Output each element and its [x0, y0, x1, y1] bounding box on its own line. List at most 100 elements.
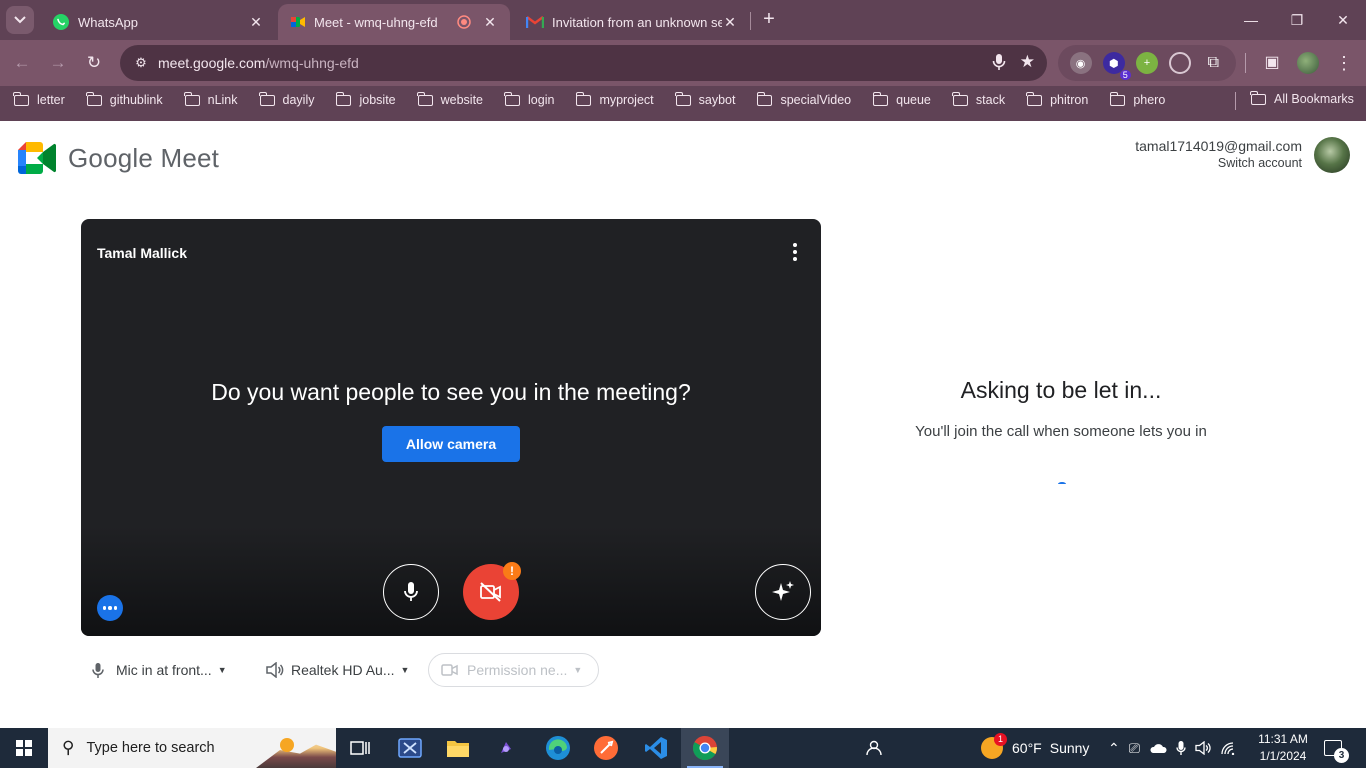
minimize-button[interactable]: — — [1228, 6, 1274, 34]
bookmark-star-icon[interactable]: ★ — [1020, 53, 1035, 71]
camera-toggle-button[interactable]: ! — [463, 562, 521, 620]
close-tab-button[interactable]: ✕ — [248, 14, 264, 31]
extensions-puzzle-icon[interactable]: ⧉ — [1202, 52, 1224, 74]
bookmark-folder[interactable]: website — [417, 91, 483, 107]
bookmark-folder[interactable]: stack — [952, 91, 1005, 107]
screenshot-extension-icon[interactable]: ◉ — [1069, 52, 1092, 74]
bookmark-folder[interactable]: letter — [13, 91, 65, 107]
close-tab-button[interactable]: ✕ — [722, 14, 738, 31]
taskbar-app-purple[interactable] — [482, 728, 530, 768]
extension-target-icon[interactable] — [1169, 52, 1192, 74]
bookmark-folder[interactable]: saybot — [675, 91, 735, 107]
browser-menu-icon[interactable]: ⋮ — [1331, 50, 1357, 76]
folder-app-icon — [447, 741, 469, 757]
tab-title: WhatsApp — [78, 14, 138, 30]
search-highlight-art — [256, 744, 336, 768]
omnibox-actions: ★ — [992, 53, 1035, 71]
preview-more-options-icon[interactable] — [791, 243, 799, 261]
switch-account-link[interactable]: Switch account — [1135, 156, 1302, 170]
camera-selector[interactable]: Permission ne... ▼ — [428, 653, 600, 687]
tray-microphone-icon[interactable] — [1176, 740, 1186, 756]
windows-taskbar: ⚲ Type here to search 1 60°F Sunny ⌃ ⎚ 1… — [0, 728, 1366, 768]
tab-whatsapp[interactable]: WhatsApp ✕ — [40, 4, 276, 40]
bookmark-folder[interactable]: dayily — [258, 91, 314, 107]
profile-avatar[interactable] — [1297, 52, 1319, 74]
reload-button[interactable]: ↻ — [81, 50, 107, 76]
folder-icon — [952, 91, 968, 106]
bookmark-folder[interactable]: login — [504, 91, 554, 107]
microphone-selector[interactable]: Mic in at front... ▼ — [92, 653, 227, 687]
volume-icon[interactable] — [1195, 741, 1211, 755]
site-info-icon[interactable]: ⚙ — [124, 55, 158, 71]
camera-prompt: Do you want people to see you in the mee… — [211, 379, 691, 405]
bookmarks-bar: letter githublink nLink dayily jobsite w… — [0, 86, 1366, 114]
taskbar-app-edge[interactable] — [534, 728, 582, 768]
bookmark-folder[interactable]: nLink — [184, 91, 238, 107]
folder-icon — [1109, 91, 1126, 106]
taskbar-app-snipping[interactable] — [386, 728, 434, 768]
speaker-selector[interactable]: Realtek HD Au... ▼ — [266, 653, 409, 687]
extensions-group: ◉ ⬢ 5 + ⧉ — [1058, 45, 1236, 81]
meet-now-icon[interactable]: ⎚ — [1129, 740, 1140, 757]
new-tab-button[interactable]: + — [758, 8, 780, 30]
tab-search-button[interactable] — [6, 6, 34, 34]
wifi-icon[interactable] — [1220, 741, 1236, 755]
bookmark-folder[interactable]: queue — [872, 91, 931, 107]
start-button[interactable] — [0, 728, 48, 768]
taskbar-clock[interactable]: 11:31 AM 1/1/2024 — [1250, 731, 1316, 765]
taskbar-search[interactable]: ⚲ Type here to search — [48, 728, 336, 768]
task-view-button[interactable] — [336, 728, 384, 768]
account-avatar[interactable] — [1314, 137, 1350, 173]
folder-icon — [335, 91, 352, 106]
folder-icon — [504, 91, 521, 106]
taskbar-app-file-explorer[interactable] — [434, 728, 482, 768]
waiting-title: Asking to be let in... — [960, 377, 1162, 403]
side-panel-icon[interactable]: ▣ — [1259, 50, 1285, 76]
taskbar-app-vscode[interactable] — [632, 728, 680, 768]
close-window-button[interactable]: ✕ — [1320, 6, 1366, 34]
taskbar-app-postman[interactable] — [582, 728, 630, 768]
bookmark-folder[interactable]: jobsite — [335, 91, 396, 107]
chevron-up-icon[interactable]: ⌃ — [1108, 740, 1120, 757]
extension-plus-icon[interactable]: + — [1135, 52, 1158, 74]
tab-strip: WhatsApp ✕ Meet - wmq-uhng-efd ✕ Invitat… — [0, 0, 1366, 40]
loading-spinner — [1058, 482, 1066, 486]
notification-icon: 3 — [1324, 740, 1349, 763]
toolbar-divider — [1245, 53, 1246, 73]
meet-favicon-icon — [291, 17, 305, 27]
microphone-icon[interactable] — [992, 53, 1006, 71]
allow-camera-button[interactable]: Allow camera — [382, 426, 520, 462]
all-bookmarks-button[interactable]: All Bookmarks — [1250, 90, 1354, 106]
windows-logo-icon — [16, 740, 32, 756]
tab-gmail[interactable]: Invitation from an unknown sender ✕ — [514, 4, 750, 40]
snipping-tool-icon — [398, 738, 422, 758]
forward-button[interactable]: → — [45, 50, 71, 76]
address-bar[interactable]: ⚙ meet.google.com/wmq-uhng-efd ★ — [120, 45, 1047, 81]
extension-hex-icon[interactable]: ⬢ 5 — [1102, 52, 1131, 80]
tab-meet[interactable]: Meet - wmq-uhng-efd ✕ — [278, 4, 510, 40]
back-button[interactable]: ← — [9, 50, 35, 76]
google-meet-logo[interactable]: Google Meet — [18, 142, 219, 174]
postman-icon — [594, 736, 618, 760]
onedrive-icon[interactable] — [1149, 742, 1167, 754]
people-icon[interactable] — [864, 728, 882, 768]
bookmark-folder[interactable]: phitron — [1026, 91, 1088, 107]
microphone-toggle-button[interactable] — [383, 564, 439, 620]
bookmark-folder[interactable]: myproject — [575, 91, 654, 107]
restore-button[interactable]: ❐ — [1274, 6, 1320, 34]
preview-shade — [81, 526, 821, 636]
close-tab-button[interactable]: ✕ — [482, 14, 498, 31]
more-options-button[interactable] — [97, 595, 123, 621]
folder-icon — [258, 91, 275, 106]
notification-center-button[interactable]: 3 — [1324, 728, 1349, 768]
visual-effects-button[interactable] — [755, 564, 811, 620]
weather-widget[interactable]: 1 60°F Sunny — [981, 728, 1089, 768]
folder-icon — [675, 91, 691, 106]
taskbar-app-chrome[interactable] — [681, 728, 729, 768]
folder-icon — [1026, 91, 1043, 106]
system-tray: ⌃ ⎚ — [1108, 728, 1236, 768]
bookmark-folder[interactable]: phero — [1109, 91, 1165, 107]
bookmark-folder[interactable]: specialVideo — [756, 91, 851, 107]
bookmark-folder[interactable]: githublink — [86, 91, 163, 107]
url-text[interactable]: meet.google.com/wmq-uhng-efd — [158, 55, 359, 71]
